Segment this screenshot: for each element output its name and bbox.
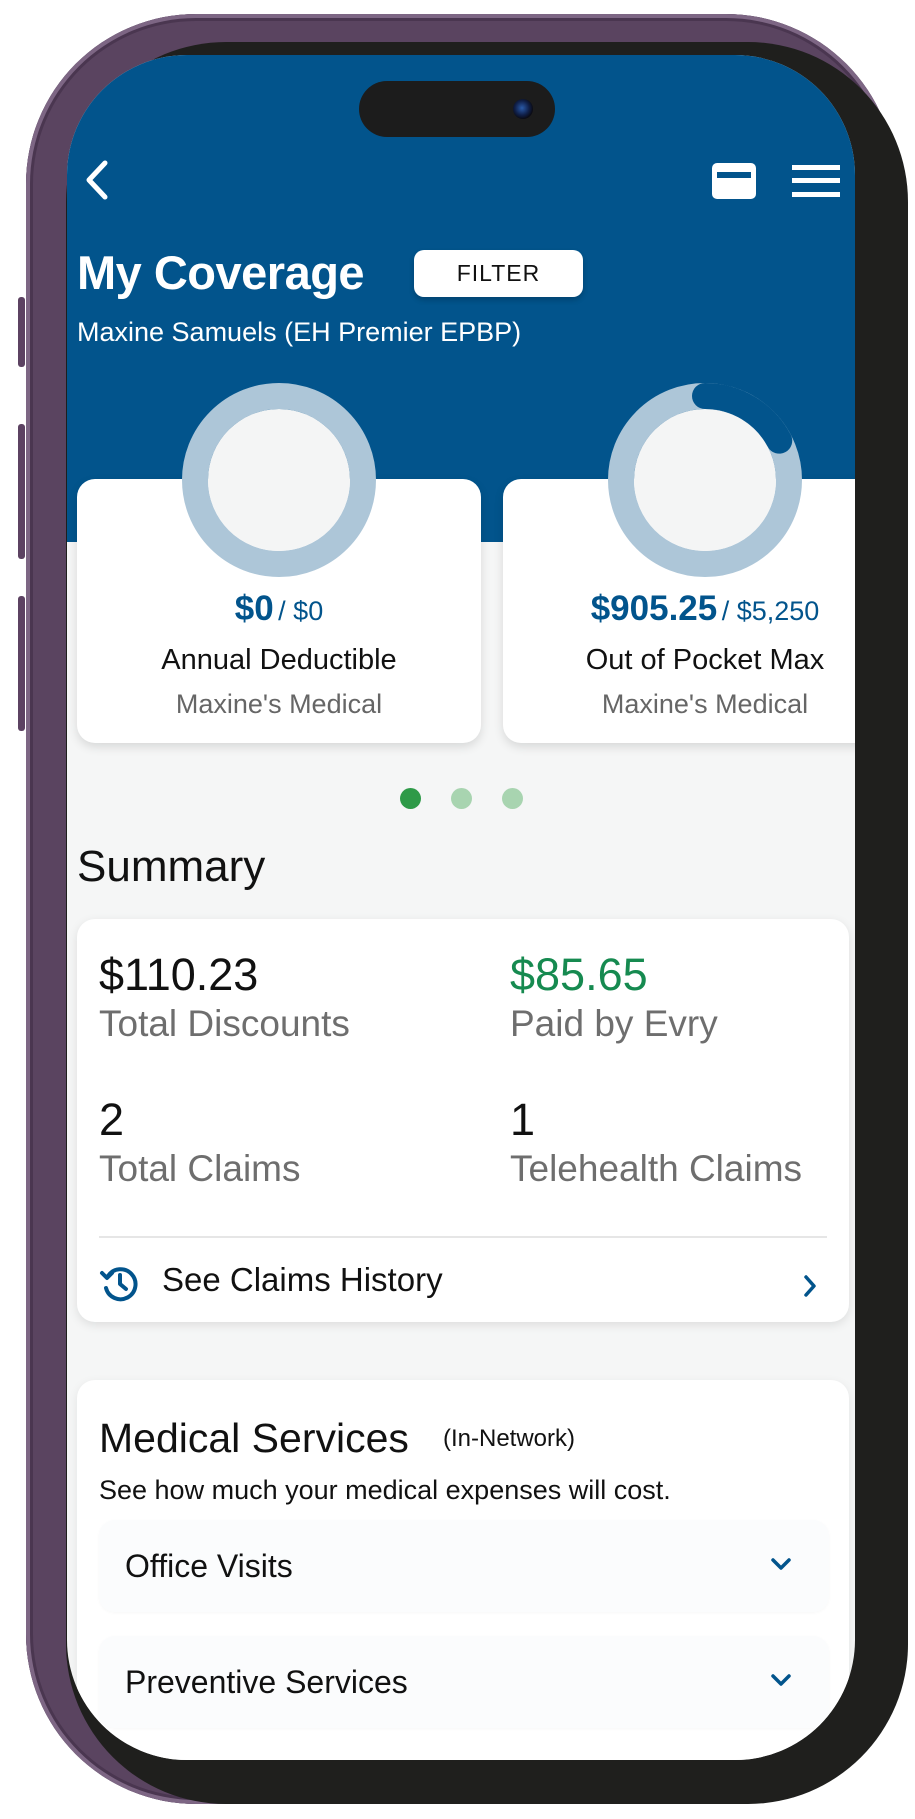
deductible-amount: $0 / $0 [234, 589, 324, 628]
stat-label: Total Claims [99, 1148, 301, 1189]
history-link-label: See Claims History [162, 1261, 443, 1298]
history-icon [100, 1267, 138, 1302]
summary-heading: Summary [77, 842, 266, 891]
gauge-center [634, 409, 776, 551]
summary-card: $110.23 Total Discounts $85.65 Paid by E… [77, 919, 849, 1322]
stat-total-discounts: $110.23 Total Discounts [99, 949, 350, 1045]
hamburger-menu-icon[interactable] [792, 163, 840, 199]
accordion-label: Office Visits [125, 1548, 293, 1584]
stat-label: Paid by Evry [510, 1003, 718, 1044]
stat-value: $110.23 [99, 949, 259, 1000]
oop-max-sub: Maxine's Medical [601, 689, 809, 719]
carousel-dot[interactable] [502, 788, 523, 809]
stat-paid-by-evry: $85.65 Paid by Evry [510, 949, 718, 1045]
carousel-dot[interactable] [400, 788, 421, 809]
member-plan-subtitle: Maxine Samuels (EH Premier EPBP) [77, 317, 522, 347]
accordion-preventive-services[interactable]: Preventive Services [99, 1636, 829, 1728]
accordion-office-visits[interactable]: Office Visits [99, 1520, 829, 1612]
divider [99, 1236, 827, 1238]
camera-icon [513, 99, 533, 119]
medical-services-card: Medical Services (In-Network) See how mu… [77, 1380, 849, 1760]
network-tag: (In-Network) [443, 1425, 576, 1452]
carousel-dot[interactable] [451, 788, 472, 809]
stat-telehealth-claims: 1 Telehealth Claims [510, 1094, 802, 1190]
oop-max-amount: $905.25 / $5,250 [590, 589, 820, 628]
page-title: My Coverage [77, 246, 365, 299]
chevron-down-icon [771, 1558, 791, 1570]
stat-total-claims: 2 Total Claims [99, 1094, 301, 1190]
oop-max-label: Out of Pocket Max [585, 644, 825, 676]
stat-value: 2 [99, 1094, 125, 1145]
oop-max-gauge [608, 383, 802, 577]
back-button[interactable] [79, 155, 119, 205]
stat-value: 1 [510, 1094, 536, 1145]
accordion-label: Preventive Services [125, 1664, 408, 1700]
chevron-left-icon [86, 160, 108, 200]
stat-label: Telehealth Claims [510, 1148, 803, 1189]
id-card-icon[interactable] [712, 163, 756, 199]
stat-value: $85.65 [510, 949, 648, 1000]
deductible-label: Annual Deductible [161, 644, 397, 676]
chevron-right-icon [804, 1275, 816, 1297]
volume-up-button [18, 424, 25, 559]
medical-services-title: Medical Services [99, 1415, 409, 1461]
gauge-center [208, 409, 350, 551]
action-button [18, 297, 25, 367]
medical-services-description: See how much your medical expenses will … [99, 1475, 671, 1505]
filter-button[interactable]: FILTER [414, 250, 583, 297]
stat-label: Total Discounts [99, 1003, 350, 1044]
deductible-gauge [182, 383, 376, 577]
volume-down-button [18, 596, 25, 731]
see-claims-history-link[interactable]: See Claims History [77, 1249, 849, 1319]
dynamic-island [359, 81, 555, 137]
chevron-down-icon [771, 1674, 791, 1686]
carousel-dots [67, 788, 855, 812]
screen: My Coverage FILTER Maxine Samuels (EH Pr… [67, 55, 855, 1760]
deductible-sub: Maxine's Medical [175, 689, 383, 719]
